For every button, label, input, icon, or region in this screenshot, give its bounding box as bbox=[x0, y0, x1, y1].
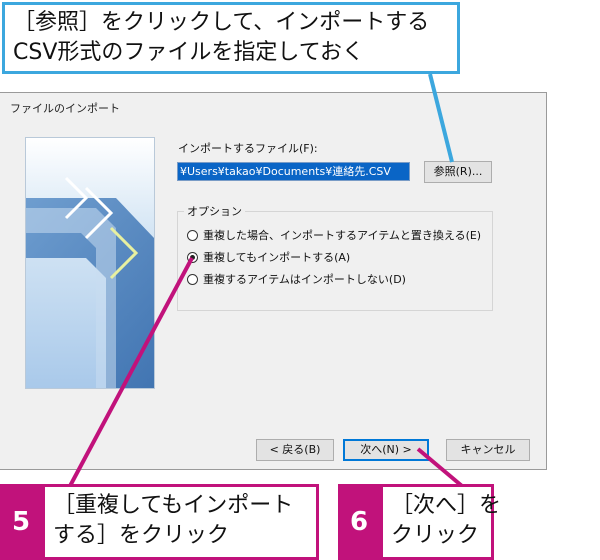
step-6-callout: ［次へ］を クリック bbox=[380, 484, 501, 560]
callout-pointers bbox=[68, 73, 464, 488]
step6-pointer-line bbox=[416, 447, 464, 488]
browse-pointer-line bbox=[428, 73, 454, 163]
step5-pointer-line bbox=[68, 257, 194, 487]
step-number-6: 6 bbox=[338, 484, 380, 560]
step-5-callout: ［重複してもインポート する］をクリック bbox=[42, 484, 319, 560]
instruction-callout: ［参照］をクリックして、インポートする CSV形式のファイルを指定しておく bbox=[2, 2, 460, 74]
step-number-5: 5 bbox=[0, 484, 42, 560]
